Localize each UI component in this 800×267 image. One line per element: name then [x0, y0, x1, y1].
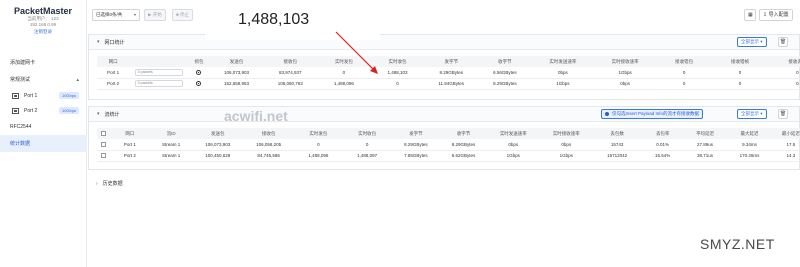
arrow-line: [335, 31, 376, 72]
corner-watermark: SMYZ.NET: [700, 236, 775, 252]
annotation-arrow: [335, 31, 378, 74]
site-watermark: acwifi.net: [224, 108, 288, 124]
